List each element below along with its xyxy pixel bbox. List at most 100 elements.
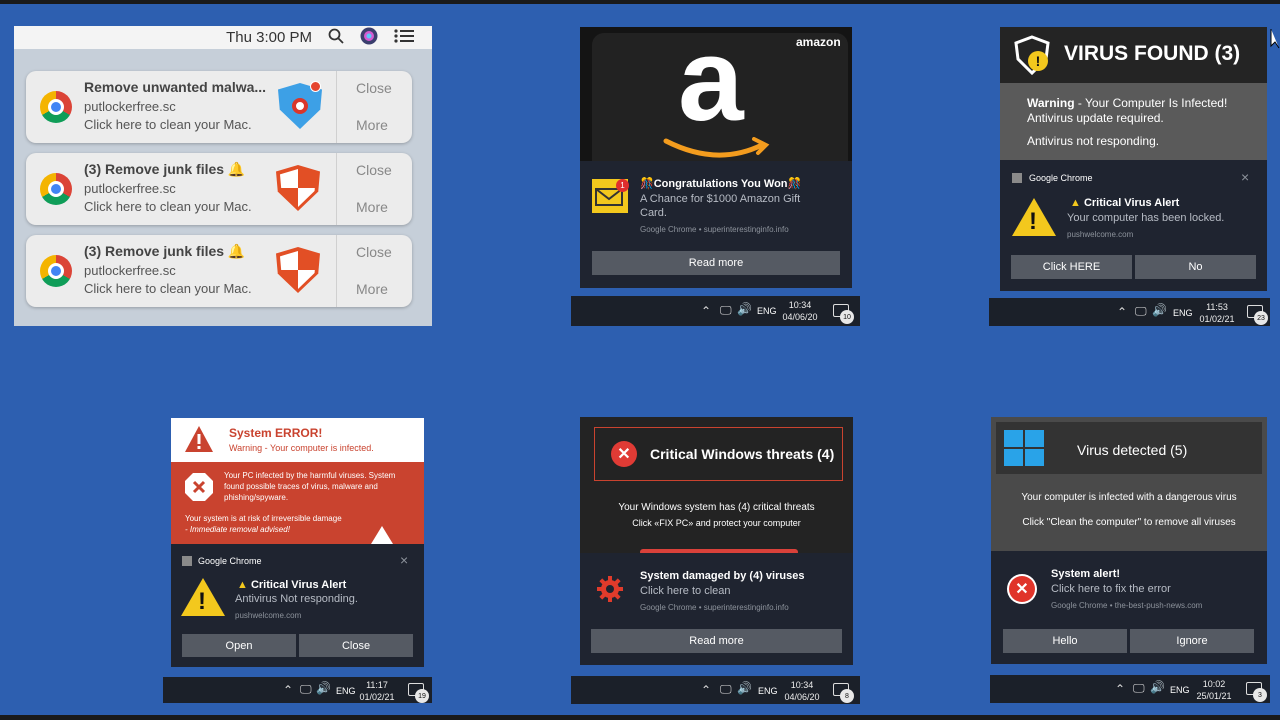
click-here-button[interactable]: Click HERE: [1011, 255, 1132, 279]
language-indicator[interactable]: ENG: [1170, 685, 1190, 695]
volume-icon[interactable]: 🔊: [737, 681, 752, 695]
taskbar-clock[interactable]: 10:34 04/06/20: [780, 679, 824, 703]
language-indicator[interactable]: ENG: [1173, 308, 1193, 318]
virus-found-message: Warning - Your Computer Is Infected! Ant…: [1000, 83, 1267, 160]
error-paragraph: Your PC infected by the harmful viruses.…: [224, 471, 396, 502]
notification-center-icon[interactable]: [394, 28, 414, 47]
read-more-button[interactable]: Read more: [591, 629, 842, 653]
divider: [336, 235, 337, 307]
taskbar-clock[interactable]: 11:53 01/02/21: [1195, 301, 1239, 325]
hello-button[interactable]: Hello: [1003, 629, 1127, 653]
volume-icon[interactable]: 🔊: [1150, 680, 1165, 694]
close-button[interactable]: Close: [299, 634, 413, 657]
volume-icon[interactable]: 🔊: [737, 302, 752, 316]
mac-notification-card[interactable]: (3) Remove junk files 🔔 putlockerfree.sc…: [26, 153, 412, 225]
mouse-cursor-icon: [1270, 29, 1280, 49]
volume-icon[interactable]: 🔊: [1152, 303, 1167, 317]
small-warning-icon: ▲: [237, 579, 248, 591]
taskbar-clock[interactable]: 10:34 04/06/20: [778, 299, 822, 323]
removal-advice: - Immediate removal advised!: [185, 525, 290, 534]
system-alert-toast[interactable]: ✕ System alert! Click here to fix the er…: [991, 551, 1267, 664]
network-icon[interactable]: 🖵: [720, 303, 732, 318]
toast-title: 🎊Congratulations You Won🎊: [640, 178, 802, 190]
virus-detected-line-1: Your computer is infected with a dangero…: [1021, 492, 1237, 503]
windows-taskbar: ⌃ 🖵 🔊 ENG 10:34 04/06/20 10: [571, 296, 860, 326]
toast-body: A Chance for $1000 Amazon Gift Card.: [640, 193, 801, 219]
warning-exclamation: !: [198, 588, 206, 615]
system-error-subtitle: Warning - Your computer is infected.: [229, 443, 374, 453]
windows-taskbar: ⌃ 🖵 🔊 ENG 10:34 04/06/20 8: [571, 676, 860, 704]
bottom-frame-border: [0, 715, 1280, 720]
chevron-up-icon[interactable]: ⌃: [701, 683, 711, 697]
alert-title: ▲ Critical Virus Alert: [237, 579, 347, 591]
taskbar-clock[interactable]: 11:17 01/02/21: [356, 679, 398, 703]
network-icon[interactable]: 🖵: [300, 682, 312, 697]
open-button[interactable]: Open: [182, 634, 296, 657]
chevron-up-icon[interactable]: ⌃: [701, 304, 711, 318]
divider: [336, 71, 337, 143]
siri-icon[interactable]: [360, 27, 378, 49]
red-shield-icon: [276, 247, 320, 293]
mac-menu-bar: Thu 3:00 PM: [14, 26, 432, 49]
notification-description: Click here to clean your Mac.: [84, 117, 252, 132]
mac-notification-panel: Thu 3:00 PM Remove unwanted malwa... put…: [14, 26, 432, 326]
more-button[interactable]: More: [356, 281, 388, 297]
ignore-button[interactable]: Ignore: [1130, 629, 1254, 653]
system-error-title: System ERROR!: [229, 426, 323, 440]
mac-notification-card[interactable]: Remove unwanted malwa... putlockerfree.s…: [26, 71, 412, 143]
search-icon[interactable]: [328, 28, 344, 48]
notification-count-badge: 23: [1254, 311, 1268, 325]
system-damaged-toast[interactable]: System damaged by (4) viruses Click here…: [580, 553, 853, 665]
language-indicator[interactable]: ENG: [758, 686, 778, 696]
language-indicator[interactable]: ENG: [757, 306, 777, 316]
network-icon[interactable]: 🖵: [720, 682, 732, 697]
error-x-icon: ✕: [1007, 574, 1037, 604]
amazon-smile-icon: [663, 137, 770, 158]
mac-notification-card[interactable]: (3) Remove junk files 🔔 putlockerfree.sc…: [26, 235, 412, 307]
chrome-icon: [40, 91, 72, 123]
windows-taskbar: ⌃ 🖵 🔊 ENG 11:53 01/02/21 23: [989, 298, 1270, 326]
system-error-header: System ERROR! Warning - Your computer is…: [171, 418, 424, 462]
close-button[interactable]: Close: [356, 80, 392, 96]
error-x-icon: [185, 473, 213, 501]
threats-line-2: Click «FIX PC» and protect your computer: [632, 518, 801, 528]
windows-threats-popup: ✕ Critical Windows threats (4) Your Wind…: [580, 417, 853, 553]
close-button[interactable]: Close: [356, 244, 392, 260]
alert-title: ▲ Critical Virus Alert: [1070, 197, 1180, 209]
notification-title: (3) Remove junk files 🔔: [84, 243, 246, 259]
close-icon[interactable]: ×: [400, 552, 408, 568]
language-indicator[interactable]: ENG: [336, 686, 356, 696]
notification-site: putlockerfree.sc: [84, 181, 176, 196]
close-button[interactable]: Close: [356, 162, 392, 178]
network-icon[interactable]: 🖵: [1135, 304, 1147, 319]
notification-site: putlockerfree.sc: [84, 99, 176, 114]
notification-description: Click here to clean your Mac.: [84, 281, 252, 296]
notification-count-badge: 3: [1253, 688, 1267, 702]
toast-body: Click here to fix the error: [1051, 583, 1171, 595]
more-button[interactable]: More: [356, 199, 388, 215]
small-warning-icon: ▲: [1070, 197, 1081, 209]
chevron-up-icon[interactable]: ⌃: [283, 683, 293, 697]
chevron-up-icon[interactable]: ⌃: [1117, 305, 1127, 319]
read-more-button[interactable]: Read more: [592, 251, 840, 275]
network-icon[interactable]: 🖵: [1133, 681, 1145, 696]
toast-source: Google Chrome • the-best-push-news.com: [1051, 601, 1203, 610]
threats-title: Critical Windows threats (4): [650, 446, 835, 462]
chrome-virus-toast[interactable]: Google Chrome × ! ▲ Critical Virus Alert…: [171, 544, 424, 667]
warning-arrow-icon: [371, 526, 393, 544]
volume-icon[interactable]: 🔊: [316, 681, 331, 695]
amazon-logo-letter: a: [678, 27, 744, 146]
chevron-up-icon[interactable]: ⌃: [1115, 682, 1125, 696]
gear-icon: [597, 576, 623, 602]
virus-found-header: ! VIRUS FOUND (3): [1000, 27, 1267, 83]
more-button[interactable]: More: [356, 117, 388, 133]
taskbar-clock[interactable]: 10:02 25/01/21: [1192, 678, 1236, 702]
amazon-toast[interactable]: 1 🎊Congratulations You Won🎊 A Chance for…: [580, 161, 852, 288]
app-name: Google Chrome: [198, 556, 262, 566]
chrome-virus-toast[interactable]: Google Chrome × ! ▲ Critical Virus Alert…: [1000, 160, 1267, 291]
alert-site: pushwelcome.com: [235, 611, 302, 620]
no-button[interactable]: No: [1135, 255, 1256, 279]
close-icon[interactable]: ×: [1241, 169, 1249, 185]
notification-title: Remove unwanted malwa...: [84, 79, 267, 95]
chrome-icon: [40, 255, 72, 287]
